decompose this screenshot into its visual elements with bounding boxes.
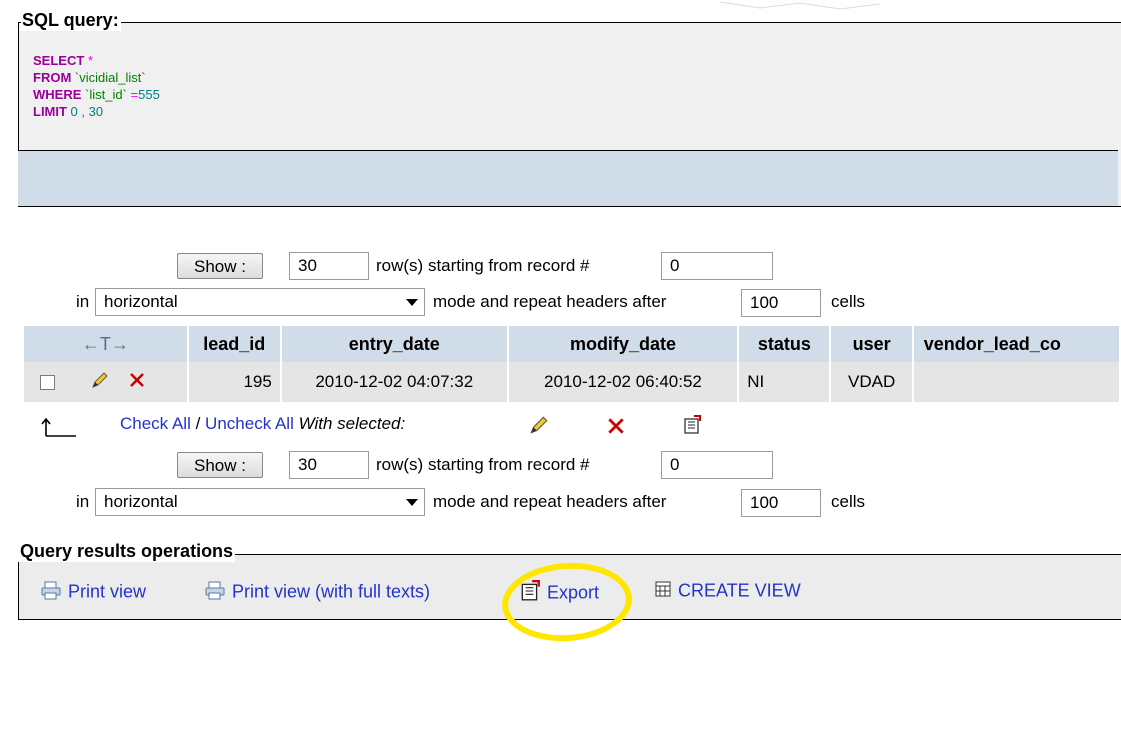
check-all-link[interactable]: Check All <box>120 414 191 433</box>
print-view-full-link[interactable]: Print view (with full texts) <box>204 580 430 605</box>
top-edge-artifact <box>720 1 880 10</box>
column-header-entry-date[interactable]: entry_date <box>281 326 507 362</box>
row-checkbox[interactable] <box>40 374 55 390</box>
start-record-input[interactable]: 0 <box>661 252 773 280</box>
print-icon <box>204 580 226 605</box>
column-header-user[interactable]: user <box>831 326 912 362</box>
rows-count-input[interactable]: 30 <box>289 252 369 280</box>
sql-line-2: FROM `vicidial_list` <box>33 70 146 85</box>
create-view-icon <box>654 580 672 603</box>
column-header-modify-date[interactable]: modify_date <box>508 326 738 362</box>
cell-user: VDAD <box>831 362 912 402</box>
rows-starting-label: row(s) starting from record # <box>376 256 590 275</box>
row-actions <box>24 362 187 402</box>
column-header-lead-id[interactable]: lead_id <box>188 326 280 362</box>
display-mode-select[interactable]: horizontal <box>95 288 425 316</box>
cell-modify-date: 2010-12-02 06:40:52 <box>508 362 738 402</box>
uncheck-all-link[interactable]: Uncheck All <box>205 414 294 433</box>
chevron-down-icon <box>406 299 418 306</box>
repeat-headers-label: mode and repeat headers after <box>433 292 667 311</box>
query-results-operations-legend: Query results operations <box>18 541 236 562</box>
cell-status: NI <box>739 362 830 402</box>
cells-label: cells <box>831 292 866 311</box>
create-view-label: CREATE VIEW <box>678 580 801 601</box>
display-mode-value: horizontal <box>104 292 178 311</box>
rows-starting-label-bottom: row(s) starting from record # <box>376 455 590 474</box>
sql-actions-band <box>18 150 1118 207</box>
repeat-headers-input[interactable]: 100 <box>741 289 821 317</box>
rows-count-input-bottom[interactable]: 30 <box>289 451 369 479</box>
print-icon <box>40 580 62 605</box>
in-label: in <box>76 292 90 311</box>
results-table: ←T→ lead_id entry_date modify_date statu… <box>22 326 1121 402</box>
column-header-vendor-lead-code[interactable]: vendor_lead_co <box>913 326 1119 362</box>
sql-line-3: WHERE `list_id` =555 <box>33 87 160 102</box>
sql-query-legend: SQL query: <box>20 10 121 31</box>
display-mode-select-bottom[interactable]: horizontal <box>95 488 425 516</box>
pencil-icon[interactable] <box>90 370 110 395</box>
display-mode-value-bottom: horizontal <box>104 492 178 511</box>
cell-vendor-lead-code <box>913 362 1119 402</box>
column-header-status[interactable]: status <box>739 326 830 362</box>
delete-icon[interactable] <box>128 371 146 394</box>
cell-lead-id: 195 <box>188 362 280 402</box>
create-view-link[interactable]: CREATE VIEW <box>654 580 801 603</box>
table-row: 195 2010-12-02 04:07:32 2010-12-02 06:40… <box>24 362 1119 402</box>
bulk-edit-pencil-icon[interactable] <box>528 414 550 441</box>
sql-line-1: SELECT * <box>33 53 93 68</box>
chevron-down-icon <box>406 499 418 506</box>
legend-tick <box>18 22 21 23</box>
show-button[interactable]: Show : <box>177 253 263 279</box>
bulk-export-icon[interactable] <box>682 415 702 440</box>
print-view-full-label: Print view (with full texts) <box>232 581 431 602</box>
bulk-separator: / <box>190 414 206 433</box>
start-record-input-bottom[interactable]: 0 <box>661 451 773 479</box>
arrow-up-icon <box>41 417 76 437</box>
cells-label-bottom: cells <box>831 492 866 511</box>
in-label-bottom: in <box>76 492 90 511</box>
repeat-headers-input-bottom[interactable]: 100 <box>741 489 821 517</box>
sql-code: SELECT * FROM `vicidial_list` WHERE `lis… <box>33 52 160 120</box>
cell-entry-date: 2010-12-02 04:07:32 <box>281 362 507 402</box>
repeat-headers-label-bottom: mode and repeat headers after <box>433 492 667 511</box>
column-arrows[interactable]: ←T→ <box>24 326 187 362</box>
sql-line-4: LIMIT 0 , 30 <box>33 104 104 119</box>
print-view-link[interactable]: Print view <box>40 580 146 605</box>
with-selected-label: With selected: <box>298 414 406 433</box>
bulk-delete-icon[interactable] <box>606 416 626 441</box>
print-view-label: Print view <box>68 581 147 602</box>
table-header-row: ←T→ lead_id entry_date modify_date statu… <box>24 326 1119 362</box>
show-button-bottom[interactable]: Show : <box>177 452 263 478</box>
